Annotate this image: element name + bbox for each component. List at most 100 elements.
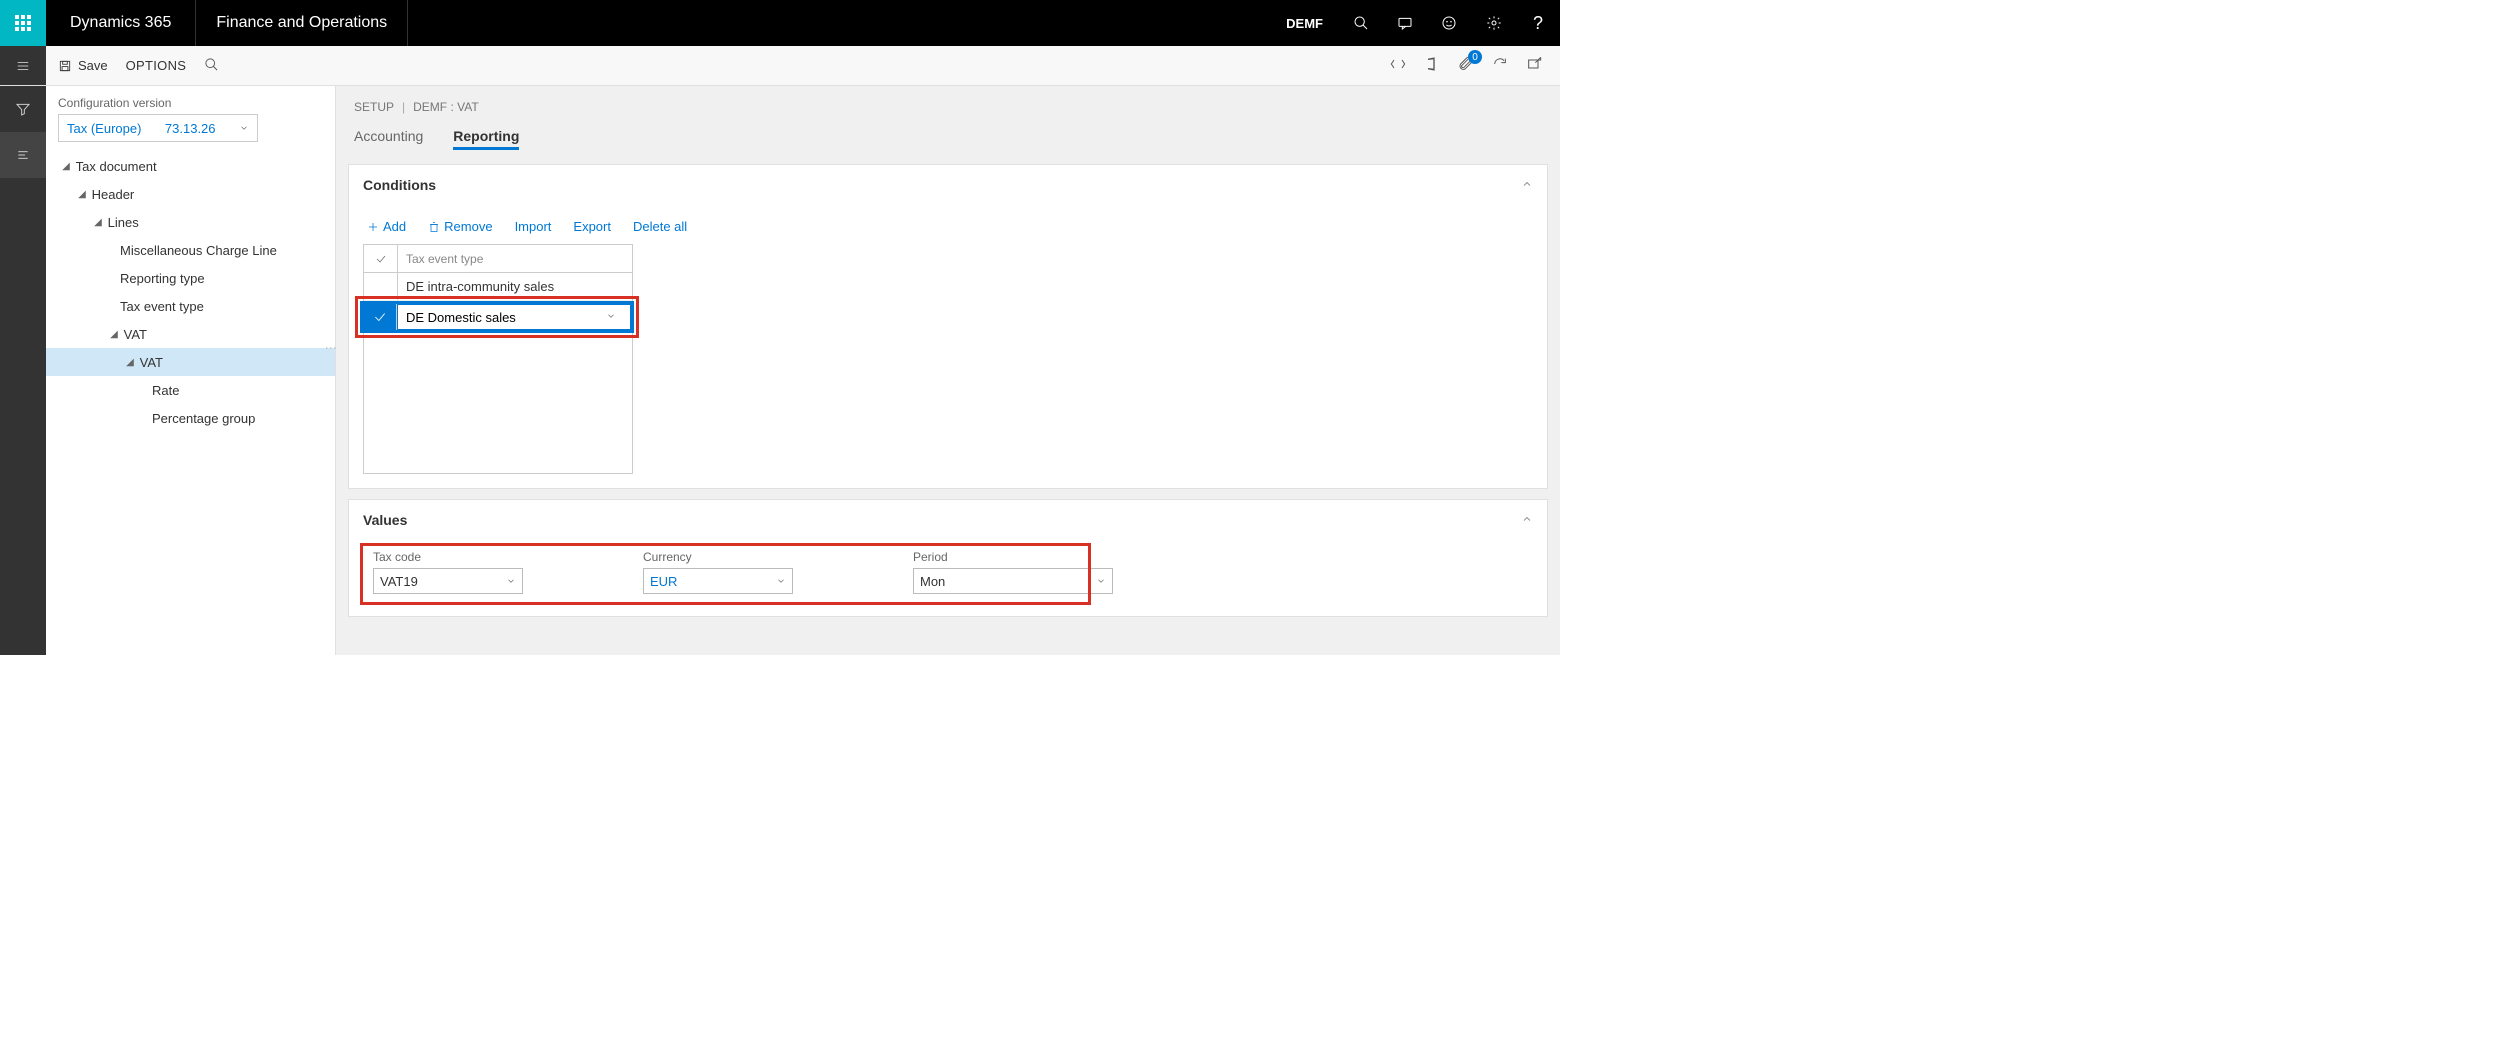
grid-header-row: Tax event type	[364, 245, 632, 273]
actionbar-search-icon[interactable]	[204, 57, 219, 75]
conditions-grid: Tax event type DE intra-community sales	[363, 244, 633, 302]
grid-empty-area	[364, 333, 632, 473]
conditions-panel: Conditions Add Remove Import Expor	[348, 164, 1548, 489]
tree-tax-event-type[interactable]: Tax event type	[46, 292, 335, 320]
conditions-title: Conditions	[363, 177, 436, 193]
config-version-label: Configuration version	[46, 96, 335, 114]
tree-label: Percentage group	[152, 411, 255, 426]
config-name: Tax (Europe)	[67, 121, 141, 136]
main-layout: Configuration version Tax (Europe) 73.13…	[0, 86, 1560, 655]
gear-icon[interactable]	[1472, 0, 1516, 46]
chevron-up-icon	[1521, 177, 1533, 193]
breadcrumb-context: DEMF : VAT	[413, 100, 479, 114]
help-icon[interactable]: ?	[1516, 0, 1560, 46]
field-currency: Currency EUR	[643, 550, 793, 594]
search-icon[interactable]	[1339, 0, 1383, 46]
grid-row[interactable]: DE intra-community sales	[364, 273, 632, 301]
app-launcher[interactable]	[0, 0, 46, 46]
chevron-down-icon	[776, 574, 786, 589]
add-button[interactable]: Add	[367, 219, 406, 234]
attachments-badge: 0	[1468, 50, 1482, 64]
top-icon-bar: ?	[1339, 0, 1560, 46]
popout-icon[interactable]	[1526, 56, 1542, 75]
remove-label: Remove	[444, 219, 492, 234]
tax-code-select[interactable]: VAT19	[373, 568, 523, 594]
filter-icon[interactable]	[0, 86, 46, 132]
values-panel-header[interactable]: Values	[349, 500, 1547, 540]
tree-vat-group[interactable]: ◢ VAT	[46, 320, 335, 348]
grid-row-check-selected[interactable]	[363, 304, 397, 330]
content-area: SETUP | DEMF : VAT Accounting Reporting …	[336, 86, 1560, 655]
chevron-down-icon[interactable]	[600, 311, 622, 324]
brand-label[interactable]: Dynamics 365	[46, 0, 195, 46]
tax-event-type-input[interactable]	[406, 310, 600, 325]
smiley-icon[interactable]	[1427, 0, 1471, 46]
chevron-down-icon	[239, 121, 249, 136]
tree-label: Tax document	[76, 159, 157, 174]
app-name-label: Finance and Operations	[196, 0, 407, 46]
values-panel: Values Tax code VAT19 Currency	[348, 499, 1548, 617]
resize-handle[interactable]: ⋮	[324, 342, 338, 351]
save-button[interactable]: Save	[58, 58, 108, 73]
tree-rate[interactable]: Rate	[46, 376, 335, 404]
period-value: Mon	[920, 574, 945, 589]
message-icon[interactable]	[1383, 0, 1427, 46]
tabs: Accounting Reporting	[336, 122, 1560, 154]
grid-row-selected[interactable]	[362, 303, 632, 331]
remove-button[interactable]: Remove	[428, 219, 492, 234]
field-tax-code: Tax code VAT19	[373, 550, 523, 594]
period-select[interactable]: Mon	[913, 568, 1113, 594]
breadcrumb-sep: |	[402, 100, 405, 114]
tree-label: Tax event type	[120, 299, 204, 314]
delete-all-button[interactable]: Delete all	[633, 219, 687, 234]
add-label: Add	[383, 219, 406, 234]
chevron-down-icon	[506, 574, 516, 589]
refresh-icon[interactable]	[1492, 56, 1508, 75]
tree-sidebar: Configuration version Tax (Europe) 73.13…	[46, 86, 336, 655]
config-version-select[interactable]: Tax (Europe) 73.13.26	[58, 114, 258, 142]
breadcrumb: SETUP | DEMF : VAT	[336, 86, 1560, 122]
currency-select[interactable]: EUR	[643, 568, 793, 594]
tree-lines[interactable]: ◢ Lines	[46, 208, 335, 236]
tree-label: Header	[92, 187, 135, 202]
tree-tax-document[interactable]: ◢ Tax document	[46, 152, 335, 180]
link-icon[interactable]	[1390, 56, 1406, 75]
period-label: Period	[913, 550, 1113, 564]
office-icon[interactable]	[1424, 56, 1440, 75]
grid-checkall[interactable]	[364, 245, 398, 272]
left-rail	[0, 86, 46, 655]
tree-percentage-group[interactable]: Percentage group	[46, 404, 335, 432]
tax-code-label: Tax code	[373, 550, 523, 564]
tree-misc-charge-line[interactable]: Miscellaneous Charge Line	[46, 236, 335, 264]
tab-accounting[interactable]: Accounting	[354, 122, 423, 154]
company-picker[interactable]: DEMF	[1270, 0, 1339, 46]
grid-cell-value: DE intra-community sales	[398, 273, 632, 300]
tree-label: VAT	[124, 327, 147, 342]
top-header: Dynamics 365 Finance and Operations DEMF…	[0, 0, 1560, 46]
list-icon[interactable]	[0, 132, 46, 178]
rail-hamburger[interactable]	[0, 46, 46, 85]
tree-label: Rate	[152, 383, 179, 398]
chevron-up-icon	[1521, 512, 1533, 528]
tree-vat[interactable]: ◢ VAT	[46, 348, 335, 376]
action-region: Save OPTIONS 0	[0, 46, 1560, 86]
options-button[interactable]: OPTIONS	[126, 58, 187, 73]
tab-reporting[interactable]: Reporting	[453, 122, 519, 154]
values-highlight: Tax code VAT19 Currency EUR	[363, 546, 1088, 602]
save-label: Save	[78, 58, 108, 73]
tree-label: Lines	[108, 215, 139, 230]
conditions-toolbar: Add Remove Import Export Delete all	[363, 211, 1533, 244]
tree-header[interactable]: ◢ Header	[46, 180, 335, 208]
attachments-icon[interactable]: 0	[1458, 56, 1474, 75]
export-button[interactable]: Export	[573, 219, 611, 234]
values-title: Values	[363, 512, 407, 528]
tree-label: Reporting type	[120, 271, 205, 286]
tree: ◢ Tax document ◢ Header ◢ Lines Miscella…	[46, 152, 335, 432]
conditions-panel-header[interactable]: Conditions	[349, 165, 1547, 205]
grid-row-check[interactable]	[364, 273, 398, 300]
grid-col-tax-event-type[interactable]: Tax event type	[398, 245, 632, 272]
import-button[interactable]: Import	[515, 219, 552, 234]
tree-reporting-type[interactable]: Reporting type	[46, 264, 335, 292]
tax-code-value: VAT19	[380, 574, 418, 589]
waffle-icon	[15, 15, 31, 31]
